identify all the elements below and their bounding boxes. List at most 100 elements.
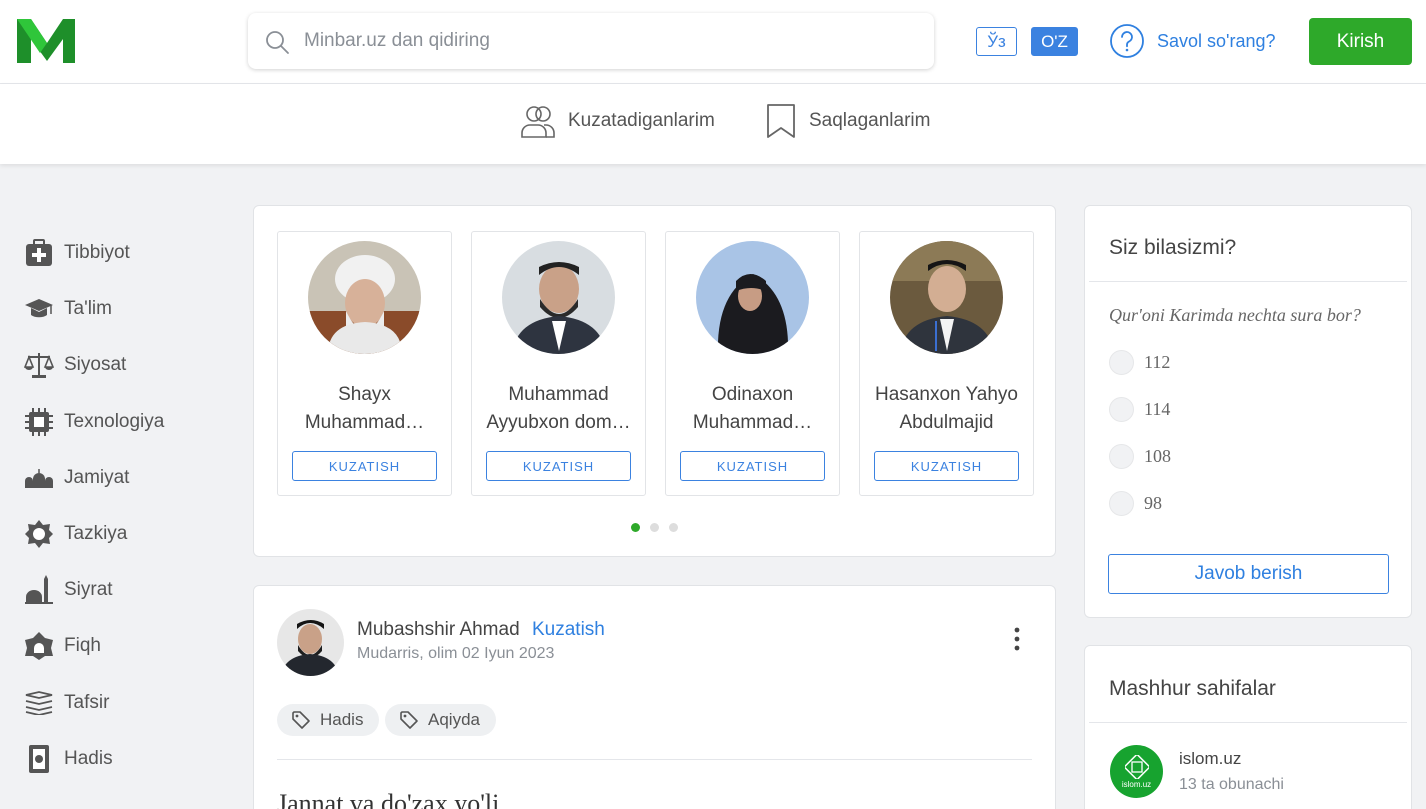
follow-button[interactable]: KUZATISH [292,451,437,481]
tag-icon [292,711,310,729]
tag-chip[interactable]: Hadis [277,704,380,736]
users-icon [521,106,555,138]
author-name: Odinaxon Muhammad… [666,381,839,437]
author-name-line1: Shayx [338,384,391,405]
submit-answer-button[interactable]: Javob berish [1108,554,1389,594]
scales-icon [24,350,54,380]
following-link[interactable]: Kuzatadiganlarim [520,101,715,141]
sidebar-item-label: Ta'lim [64,298,112,320]
login-button[interactable]: Kirish [1309,18,1412,65]
sidebar-item-label: Siyosat [64,354,127,376]
medical-kit-icon [24,238,54,268]
carousel-dot[interactable] [650,523,659,532]
radio-button[interactable] [1109,443,1134,469]
avatar[interactable] [696,241,809,354]
tag-icon [400,711,418,729]
more-options-icon[interactable] [1011,626,1023,652]
chip-icon [24,407,54,437]
author-card[interactable]: Shayx Muhammad… KUZATISH [277,231,452,496]
author-card[interactable]: Hasanxon Yahyo Abdulmajid KUZATISH [859,231,1034,496]
popular-pages-widget: Mashhur sahifalar islom.uz islom.uz 13 t… [1084,645,1412,809]
quiz-option-label: 98 [1144,492,1162,513]
sidebar-item-label: Siyrat [64,579,113,601]
popular-page-subscribers: 13 ta obunachi [1179,776,1284,793]
author-name-line1: Odinaxon [711,384,794,405]
avatar[interactable] [502,241,615,354]
avatar[interactable] [890,241,1003,354]
secondary-nav: Kuzatadiganlarim Saqlaganlarim [0,84,1426,164]
popular-title: Mashhur sahifalar [1109,677,1276,700]
tag-label: Hadis [320,710,364,729]
post-meta: Mudarris, olim 02 Iyun 2023 [357,645,555,662]
quiz-question: Qur'oni Karimda nechta sura bor? [1109,305,1361,325]
mosques-icon [24,463,54,493]
sidebar-item-label: Texnologiya [64,410,165,432]
follow-button[interactable]: KUZATISH [874,451,1019,481]
author-card[interactable]: Odinaxon Muhammad… KUZATISH [665,231,840,496]
sidebar-item-tazkiya[interactable]: Tazkiya [24,506,224,562]
graduation-cap-icon [24,294,54,324]
sidebar-item-fiqh[interactable]: Fiqh [24,618,224,674]
sidebar-item-texnologiya[interactable]: Texnologiya [24,394,224,450]
saved-link[interactable]: Saqlaganlarim [765,101,930,141]
sidebar-item-tafsir[interactable]: Tafsir [24,675,224,731]
top-header: Ўз O'Z Savol so'rang? Kirish [0,0,1426,84]
ask-question-link[interactable]: Savol so'rang? [1109,23,1276,59]
author-name: Shayx Muhammad… [278,381,451,437]
books-icon [24,688,54,718]
author-name: Hasanxon Yahyo Abdulmajid [860,381,1033,437]
minbar-logo[interactable] [17,19,77,63]
sidebar-item-siyrat[interactable]: Siyrat [24,562,224,618]
popular-page-item[interactable]: islom.uz islom.uz 13 ta obunachi [1110,745,1284,798]
carousel-dot[interactable] [669,523,678,532]
tag-label: Aqiyda [428,710,480,729]
sidebar-item-talim[interactable]: Ta'lim [24,281,224,337]
bookmark-icon [767,104,795,138]
quiz-option[interactable]: 114 [1109,396,1170,422]
sidebar-item-hadis[interactable]: Hadis [24,731,224,787]
carousel-dot[interactable] [631,523,640,532]
radio-button[interactable] [1109,490,1134,516]
follow-button[interactable]: KUZATISH [486,451,631,481]
logo-text: islom.uz [1121,779,1152,789]
search-bar[interactable] [248,13,934,69]
post-author-name[interactable]: Mubashshir Ahmad [357,619,520,641]
follow-button[interactable]: KUZATISH [680,451,825,481]
sidebar-item-jamiyat[interactable]: Jamiyat [24,450,224,506]
sidebar-item-label: Hadis [64,747,113,769]
divider [1089,281,1407,282]
author-name-line1: Muhammad [508,384,609,405]
quiz-option[interactable]: 98 [1109,490,1162,516]
category-sidebar: Tibbiyot Ta'lim Siyosat Texnologiya Jami… [24,225,224,787]
search-input[interactable] [304,27,904,55]
author-card[interactable]: Muhammad Ayyubxon dom… KUZATISH [471,231,646,496]
avatar[interactable] [277,609,344,676]
quiz-option[interactable]: 108 [1109,443,1171,469]
post-title[interactable]: Jannat va do'zax yo'li [277,789,499,809]
radio-button[interactable] [1109,396,1134,422]
quiz-option[interactable]: 112 [1109,349,1170,375]
mosque-badge-icon [24,631,54,661]
sidebar-item-tibbiyot[interactable]: Tibbiyot [24,225,224,281]
divider [277,759,1032,760]
sidebar-item-label: Tafsir [64,691,110,713]
following-label: Kuzatadiganlarim [568,110,715,131]
sidebar-item-label: Jamiyat [64,466,130,488]
divider [1089,722,1407,723]
lang-cyrillic-button[interactable]: Ўз [976,27,1017,56]
quiz-widget: Siz bilasizmi? Qur'oni Karimda nechta su… [1084,205,1412,618]
author-name-line1: Hasanxon Yahyo [875,384,1018,405]
carousel-dots [631,523,678,532]
tag-chip[interactable]: Aqiyda [385,704,496,736]
author-name-line2: Muhammad… [304,412,425,433]
post-follow-link[interactable]: Kuzatish [532,619,605,641]
radio-button[interactable] [1109,349,1134,375]
sidebar-item-label: Tazkiya [64,523,128,545]
quiz-title: Siz bilasizmi? [1109,236,1237,259]
avatar[interactable] [308,241,421,354]
sidebar-item-siyosat[interactable]: Siyosat [24,337,224,393]
lang-latin-button[interactable]: O'Z [1031,27,1078,56]
quiz-option-label: 108 [1144,445,1171,466]
author-name-line2: Ayyubxon dom… [486,412,631,433]
saved-label: Saqlaganlarim [809,110,931,131]
